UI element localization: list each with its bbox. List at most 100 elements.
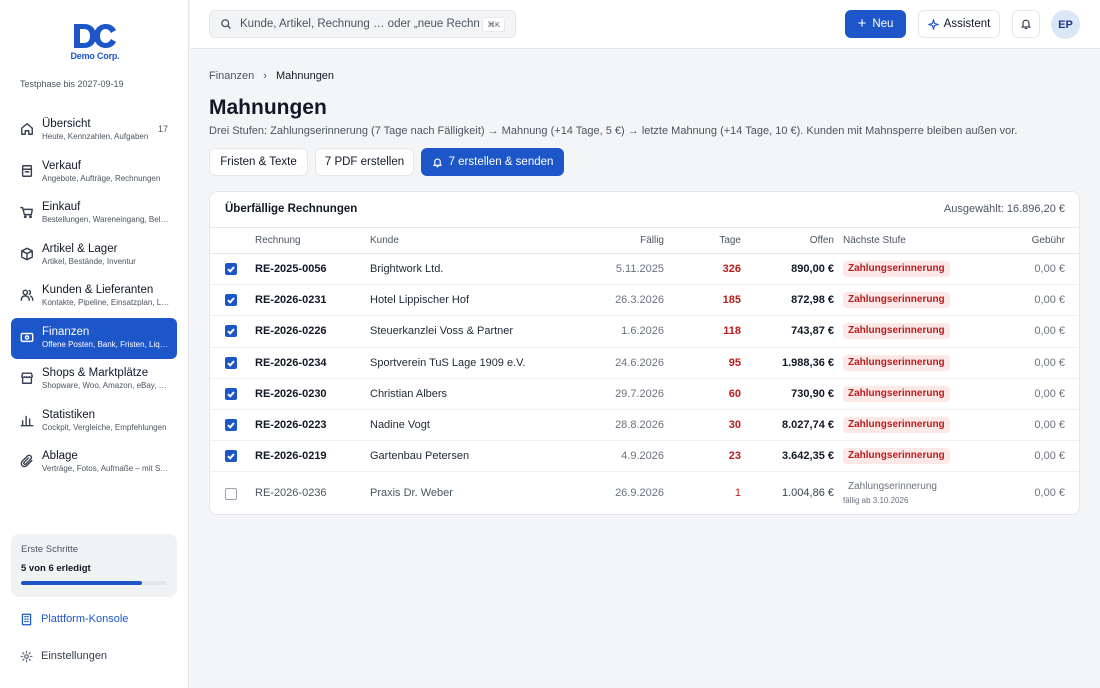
next-stage-badge: Zahlungserinnerung: [843, 385, 950, 402]
due-date: 26.9.2026: [615, 487, 664, 500]
row-checkbox[interactable]: [225, 263, 237, 275]
header-days[interactable]: Tage: [719, 235, 741, 246]
customer-name: Hotel Lippischer Hof: [370, 294, 470, 307]
selected-total: Ausgewählt: 16.896,20 €: [943, 203, 1065, 215]
gear-icon: [20, 650, 33, 662]
next-stage-badge: Zahlungserinnerung: [843, 292, 950, 309]
deadlines-texts-button[interactable]: Fristen & Texte: [209, 148, 308, 176]
days-overdue: 30: [728, 419, 741, 431]
row-checkbox[interactable]: [225, 387, 237, 400]
sidebar-item-title: Statistiken: [42, 408, 96, 421]
header-due[interactable]: Fällig: [640, 235, 664, 246]
invoice-number[interactable]: RE-2025-0056: [255, 263, 327, 275]
notifications-button[interactable]: [1012, 10, 1040, 38]
sidebar-item-shops[interactable]: Shops & Marktplätze Shopware, Woo, Amazo…: [11, 359, 177, 401]
sidebar-item-statistics[interactable]: Statistiken Cockpit, Vergleiche, Empfehl…: [11, 401, 177, 443]
sidebar-item-overview[interactable]: Übersicht Heute, Kennzahlen, Aufgaben 17: [11, 110, 177, 152]
table-row[interactable]: RE-2026-0223 Nadine Vogt 28.8.2026 30 8.027,…: [210, 410, 1079, 442]
header-fee[interactable]: Gebühr: [1032, 235, 1065, 246]
sidebar-nav: Übersicht Heute, Kennzahlen, Aufgaben 17…: [11, 110, 177, 484]
assistant-button[interactable]: Assistent: [918, 10, 1000, 38]
building-icon: [21, 613, 32, 625]
row-checkbox[interactable]: [225, 294, 237, 307]
next-stage-badge: Zahlungserinnerung: [843, 354, 950, 371]
fee-amount: 0,00 €: [1034, 356, 1065, 369]
next-stage-badge: Zahlungserinnerung: [843, 323, 950, 340]
next-stage-due-note: fällig ab 3.10.2026: [843, 496, 909, 506]
invoice-number[interactable]: RE-2026-0231: [255, 294, 327, 306]
checkmark-icon: [227, 359, 235, 367]
create-and-send-label: 7 erstellen & senden: [448, 156, 554, 168]
table-row[interactable]: RE-2025-0056 Brightwork Ltd. 5.11.2025 326 8…: [210, 254, 1079, 286]
sidebar-item-subtitle: Verträge, Fotos, Aufmaße – mit Suche: [42, 464, 170, 473]
checkmark-icon: [227, 391, 235, 398]
days-overdue: 118: [723, 325, 741, 338]
invoice-number[interactable]: RE-2026-0234: [255, 357, 327, 369]
page-title: Mahnungen: [209, 96, 327, 119]
table-row[interactable]: RE-2026-0230 Christian Albers 29.7.2026 60 7…: [210, 379, 1079, 410]
row-checkbox[interactable]: [225, 419, 237, 431]
table-row[interactable]: RE-2026-0234 Sportverein TuS Lage 1909 e.…: [210, 348, 1079, 379]
table-row[interactable]: RE-2026-0219 Gartenbau Petersen 4.9.2026 23…: [210, 441, 1079, 473]
header-customer[interactable]: Kunde: [370, 235, 399, 246]
sidebar-item-archive[interactable]: Ablage Verträge, Fotos, Aufmaße – mit Su…: [11, 442, 177, 484]
user-avatar[interactable]: EP: [1051, 10, 1080, 39]
table-row[interactable]: RE-2026-0226 Steuerkanzlei Voss & Partner…: [210, 316, 1079, 348]
steps-progress-fill: [21, 581, 143, 585]
due-date: 24.6.2026: [615, 356, 664, 369]
header-open[interactable]: Offen: [810, 235, 834, 246]
sidebar-item-subtitle: Bestellungen, Wareneingang, Belege: [42, 215, 170, 224]
days-overdue: 60: [728, 387, 741, 400]
row-checkbox[interactable]: [225, 488, 237, 501]
fee-amount: 0,00 €: [1034, 387, 1065, 400]
invoice-number[interactable]: RE-2026-0219: [255, 450, 327, 462]
breadcrumb-parent[interactable]: Finanzen: [209, 70, 254, 82]
platform-console-link[interactable]: Plattform-Konsole: [20, 611, 128, 627]
sidebar-item-subtitle: Offene Posten, Bank, Fristen, Liquidität: [42, 339, 170, 349]
header-next-stage[interactable]: Nächste Stufe: [843, 235, 906, 246]
invoice-number[interactable]: RE-2026-0226: [255, 325, 327, 337]
fee-amount: 0,00 €: [1034, 450, 1065, 463]
new-button[interactable]: + Neu: [845, 10, 906, 38]
next-stage-badge: Zahlungserinnerung: [843, 417, 950, 433]
due-date: 1.6.2026: [621, 325, 664, 338]
paperclip-icon: [20, 454, 34, 468]
users-icon: [20, 288, 34, 302]
table-row[interactable]: RE-2026-0231 Hotel Lippischer Hof 26.3.202…: [210, 285, 1079, 317]
overdue-invoices-card: Überfällige Rechnungen Ausgewählt: 16.89…: [209, 191, 1080, 515]
customer-name: Gartenbau Petersen: [370, 450, 470, 463]
search-input[interactable]: [240, 18, 480, 30]
row-checkbox[interactable]: [225, 325, 237, 338]
open-amount: 1.988,36 €: [782, 356, 834, 369]
onboarding-steps-card[interactable]: Erste Schritte 5 von 6 erledigt: [11, 534, 177, 597]
checkmark-icon: [227, 266, 235, 273]
sidebar-item-finance[interactable]: Finanzen Offene Posten, Bank, Fristen, L…: [11, 317, 177, 359]
search-icon: [221, 19, 231, 29]
table-row[interactable]: RE-2026-0236 Praxis Dr. Weber 26.9.2026 1 1.…: [210, 472, 1079, 515]
sidebar-item-purchasing[interactable]: Einkauf Bestellungen, Wareneingang, Bele…: [11, 193, 177, 235]
settings-link[interactable]: Einstellungen: [20, 648, 107, 664]
row-checkbox[interactable]: [225, 356, 237, 369]
header-invoice[interactable]: Rechnung: [255, 235, 301, 246]
customer-name: Steuerkanzlei Voss & Partner: [370, 325, 514, 338]
row-checkbox[interactable]: [225, 450, 237, 463]
breadcrumb-current: Mahnungen: [275, 70, 335, 82]
create-pdf-button[interactable]: 7 PDF erstellen: [315, 148, 414, 176]
open-amount: 872,98 €: [791, 294, 834, 307]
invoice-number[interactable]: RE-2026-0236: [255, 487, 327, 499]
sidebar-item-inventory[interactable]: Artikel & Lager Artikel, Bestände, Inven…: [11, 235, 177, 277]
sidebar-item-sales[interactable]: Verkauf Angebote, Aufträge, Rechnungen: [11, 152, 177, 194]
sidebar-item-subtitle: Artikel, Bestände, Inventur: [42, 256, 136, 266]
new-button-label: Neu: [872, 18, 894, 30]
assistant-button-label: Assistent: [943, 18, 991, 30]
global-search[interactable]: ⌘K: [209, 10, 516, 38]
sidebar-item-contacts[interactable]: Kunden & Lieferanten Kontakte, Pipeline,…: [11, 276, 177, 318]
card-title: Überfällige Rechnungen: [225, 203, 358, 215]
sidebar-item-title: Kunden & Lieferanten: [42, 284, 154, 296]
company-logo[interactable]: Demo Corp.: [68, 22, 122, 66]
invoice-number[interactable]: RE-2026-0230: [255, 388, 327, 400]
invoice-number[interactable]: RE-2026-0223: [255, 419, 327, 431]
fee-amount: 0,00 €: [1034, 263, 1065, 275]
create-and-send-button[interactable]: 7 erstellen & senden: [421, 148, 564, 176]
sidebar-item-title: Shops & Marktplätze: [42, 367, 149, 379]
